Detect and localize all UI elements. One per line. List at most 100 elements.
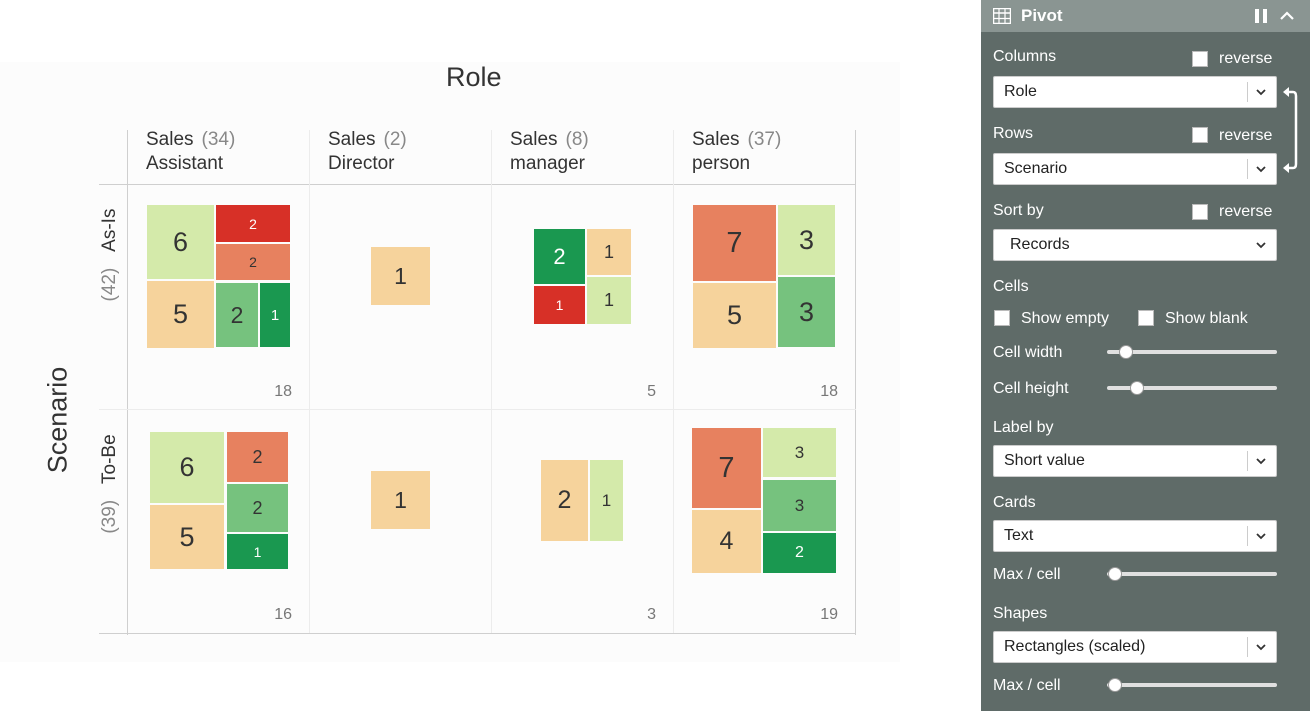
card-cell[interactable]: 5 xyxy=(150,505,224,569)
grid-line xyxy=(127,130,128,635)
show-empty-checkbox[interactable] xyxy=(994,310,1010,326)
card-cell[interactable]: 2 xyxy=(763,533,836,573)
columns-reverse-checkbox[interactable] xyxy=(1192,51,1208,67)
grid-line xyxy=(309,130,310,633)
card-cell[interactable]: 1 xyxy=(227,534,288,569)
select-value: Text xyxy=(1004,527,1034,544)
card-cell[interactable]: 1 xyxy=(587,277,631,324)
max-per-cell-slider-handle[interactable] xyxy=(1108,567,1122,581)
rows-select[interactable]: Scenario xyxy=(993,153,1277,185)
column-count: (8) xyxy=(565,129,589,150)
chevron-down-icon xyxy=(1254,640,1268,654)
grid-line xyxy=(99,184,856,185)
grid-line xyxy=(673,130,674,633)
card-cell[interactable]: 6 xyxy=(147,205,214,279)
show-blank-checkbox[interactable] xyxy=(1138,310,1154,326)
show-empty-label: Show empty xyxy=(1021,310,1110,327)
reverse-label: reverse xyxy=(1219,127,1273,144)
reverse-label: reverse xyxy=(1219,203,1273,220)
row-label: To-Be xyxy=(99,434,120,484)
column-header-sales-director[interactable]: Sales (2) Director xyxy=(328,128,407,176)
label-by-label: Label by xyxy=(993,419,1054,436)
card-cell[interactable]: 2 xyxy=(216,283,258,347)
card-cell[interactable]: 1 xyxy=(260,283,290,347)
card-cell[interactable]: 7 xyxy=(693,205,776,281)
card-cell[interactable]: 7 xyxy=(692,428,761,508)
card-cell[interactable]: 2 xyxy=(227,484,288,532)
cell-width-slider-handle[interactable] xyxy=(1119,345,1133,359)
sort-by-select[interactable]: Records xyxy=(993,229,1277,261)
column-header-line1: Sales xyxy=(146,129,194,150)
shapes-max-per-cell-slider[interactable] xyxy=(1107,683,1277,687)
card-cell[interactable]: 1 xyxy=(590,460,623,541)
cell-total: 18 xyxy=(274,383,292,400)
column-header-line2: Assistant xyxy=(146,153,224,174)
card-cell[interactable]: 1 xyxy=(371,471,430,529)
columns-icon[interactable] xyxy=(1253,8,1269,24)
row-count: (39) xyxy=(99,499,120,534)
row-label: As-Is xyxy=(99,208,120,252)
card-cell[interactable]: 4 xyxy=(692,510,761,573)
panel-header[interactable]: Pivot xyxy=(981,0,1310,32)
reverse-label: reverse xyxy=(1219,50,1273,67)
select-value: Scenario xyxy=(1004,160,1068,177)
card-cell[interactable]: 5 xyxy=(693,283,776,348)
row-axis-title: Scenario xyxy=(42,366,73,474)
select-value: Short value xyxy=(1004,452,1085,469)
cell-height-label: Cell height xyxy=(993,380,1069,397)
card-cell[interactable]: 5 xyxy=(147,281,214,348)
cell-height-slider-handle[interactable] xyxy=(1130,381,1144,395)
chevron-down-icon xyxy=(1254,529,1268,543)
card-cell[interactable]: 3 xyxy=(763,428,836,477)
cards-label: Cards xyxy=(993,494,1036,511)
cells-label: Cells xyxy=(993,278,1029,295)
row-count: (42) xyxy=(99,267,120,302)
card-cell[interactable]: 1 xyxy=(534,286,585,324)
chevron-up-icon[interactable] xyxy=(1279,8,1295,24)
card-cell[interactable]: 1 xyxy=(587,229,631,275)
cell-total: 16 xyxy=(274,606,292,623)
card-cell[interactable]: 2 xyxy=(227,432,288,482)
select-value: Records xyxy=(1010,236,1070,253)
card-cell[interactable]: 3 xyxy=(778,277,835,347)
card-cell[interactable]: 3 xyxy=(778,205,835,275)
column-header-sales-assistant[interactable]: Sales (34) Assistant xyxy=(146,128,235,176)
columns-label: Columns xyxy=(993,48,1057,65)
card-cell[interactable]: 6 xyxy=(150,432,224,503)
grid-line xyxy=(99,633,856,634)
columns-select[interactable]: Role xyxy=(993,76,1277,108)
shapes-select[interactable]: Rectangles (scaled) xyxy=(993,631,1277,663)
max-per-cell-slider[interactable] xyxy=(1107,572,1277,576)
shapes-label: Shapes xyxy=(993,605,1048,622)
cell-total: 19 xyxy=(820,606,838,623)
column-header-sales-person[interactable]: Sales (37) person xyxy=(692,128,781,176)
chevron-down-icon xyxy=(1254,162,1268,176)
swap-icon[interactable] xyxy=(1281,84,1301,176)
card-cell[interactable]: 2 xyxy=(534,229,585,284)
column-header-line2: manager xyxy=(510,153,585,174)
select-separator xyxy=(1247,82,1248,102)
shapes-max-per-cell-slider-handle[interactable] xyxy=(1108,678,1122,692)
show-blank-label: Show blank xyxy=(1165,310,1248,327)
grid-line xyxy=(491,130,492,633)
column-header-line1: Sales xyxy=(328,129,376,150)
column-axis-title: Role xyxy=(446,62,502,92)
column-header-line1: Sales xyxy=(692,129,740,150)
pivot-panel: Pivot Columns reverse Role Rows reverse … xyxy=(981,0,1310,711)
card-cell[interactable]: 2 xyxy=(216,244,290,280)
sort-reverse-checkbox[interactable] xyxy=(1192,204,1208,220)
sort-by-label: Sort by xyxy=(993,202,1044,219)
label-by-select[interactable]: Short value xyxy=(993,445,1277,477)
cell-total: 5 xyxy=(647,383,656,400)
rows-label: Rows xyxy=(993,125,1034,142)
rows-reverse-checkbox[interactable] xyxy=(1192,127,1208,143)
card-cell[interactable]: 2 xyxy=(216,205,290,242)
card-cell[interactable]: 2 xyxy=(541,460,588,541)
column-header-line2: person xyxy=(692,153,751,174)
shapes-max-per-cell-label: Max / cell xyxy=(993,677,1061,694)
column-header-sales-manager[interactable]: Sales (8) manager xyxy=(510,128,589,176)
select-separator xyxy=(1247,451,1248,471)
card-cell[interactable]: 1 xyxy=(371,247,430,305)
card-cell[interactable]: 3 xyxy=(763,480,836,531)
cards-select[interactable]: Text xyxy=(993,520,1277,552)
